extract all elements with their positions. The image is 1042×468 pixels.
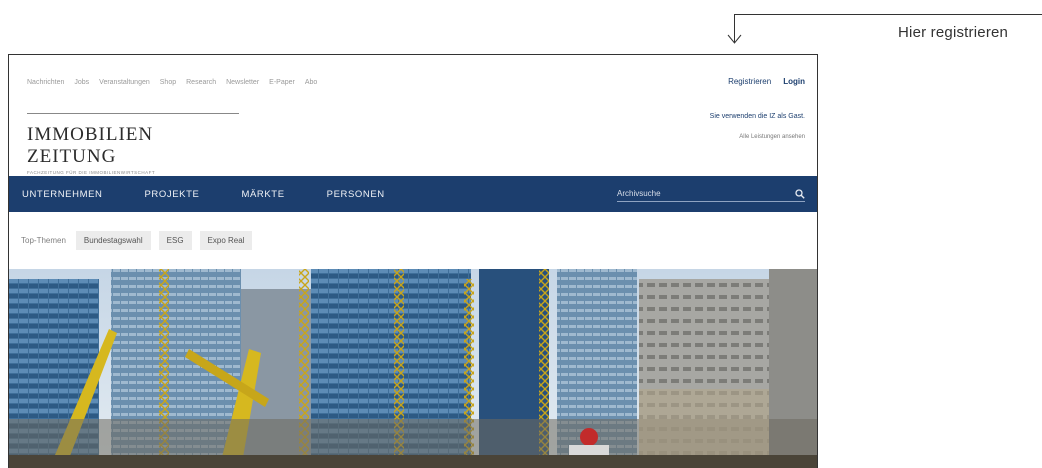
services-link[interactable]: Alle Leistungen ansehen — [710, 134, 805, 140]
top-topics: Top-Themen Bundestagswahl ESG Expo Real — [21, 231, 253, 250]
topnav-item-newsletter[interactable]: Newsletter — [226, 79, 259, 86]
mainnav-item-unternehmen[interactable]: UNTERNEHMEN — [22, 189, 103, 200]
top-navigation: Nachrichten Jobs Veranstaltungen Shop Re… — [27, 79, 317, 86]
arrow-down-icon — [727, 34, 742, 44]
logo-brand: IMMOBILIEN ZEITUNG — [27, 124, 154, 167]
callout-label: Hier registrieren — [898, 24, 1009, 41]
topic-chip-bundestagswahl[interactable]: Bundestagswahl — [75, 231, 151, 250]
site-logo[interactable]: IMMOBILIEN ZEITUNG FACHZEITUNG FÜR DIE I… — [27, 113, 239, 182]
topnav-item-nachrichten[interactable]: Nachrichten — [27, 79, 64, 86]
topic-chip-expo-real[interactable]: Expo Real — [199, 231, 253, 250]
archive-search — [617, 186, 805, 202]
hero-image[interactable] — [9, 269, 817, 468]
topic-chip-esg[interactable]: ESG — [158, 231, 192, 250]
search-icon[interactable] — [795, 188, 805, 199]
mainnav-item-personen[interactable]: PERSONEN — [327, 189, 385, 200]
guest-notice: Sie verwenden die IZ als Gast. Alle Leis… — [710, 113, 805, 140]
archive-search-input[interactable] — [617, 189, 777, 198]
topnav-item-abo[interactable]: Abo — [305, 79, 317, 86]
guest-notice-text: Sie verwenden die IZ als Gast. — [709, 113, 805, 120]
account-links: Registrieren Login — [728, 77, 805, 86]
main-navigation: UNTERNEHMEN PROJEKTE MÄRKTE PERSONEN — [9, 176, 817, 212]
logo-tagline: FACHZEITUNG FÜR DIE IMMOBILIENWIRTSCHAFT — [27, 170, 156, 175]
mainnav-item-projekte[interactable]: PROJEKTE — [145, 189, 200, 200]
mainnav-item-maerkte[interactable]: MÄRKTE — [241, 189, 284, 200]
topnav-item-veranstaltungen[interactable]: Veranstaltungen — [99, 79, 150, 86]
login-link[interactable]: Login — [783, 77, 805, 86]
topnav-item-jobs[interactable]: Jobs — [74, 79, 89, 86]
topnav-item-research[interactable]: Research — [186, 79, 216, 86]
callout-line — [734, 14, 1042, 15]
register-link[interactable]: Registrieren — [728, 77, 771, 86]
topnav-item-shop[interactable]: Shop — [160, 79, 176, 86]
topnav-item-epaper[interactable]: E-Paper — [269, 79, 295, 86]
topics-label: Top-Themen — [21, 236, 66, 245]
website-frame: Nachrichten Jobs Veranstaltungen Shop Re… — [8, 54, 818, 468]
